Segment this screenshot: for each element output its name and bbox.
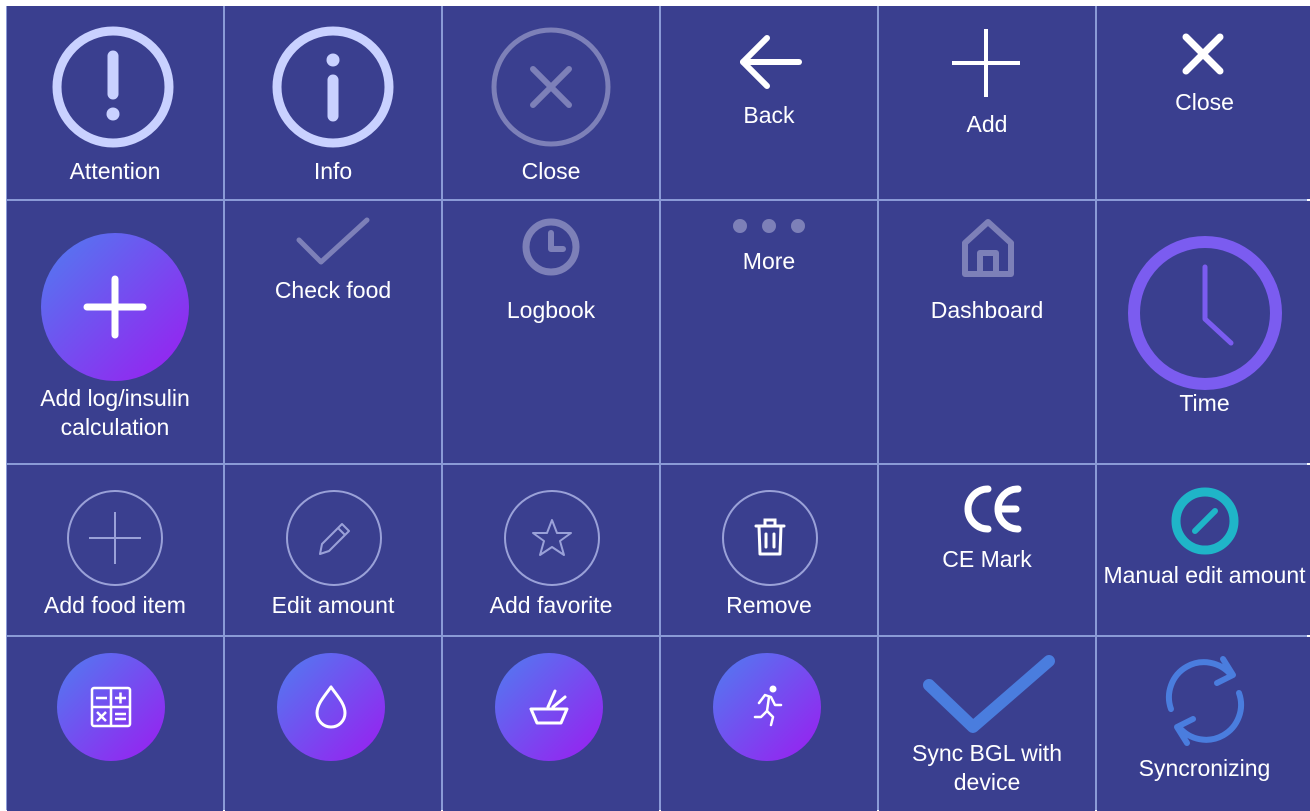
time-clock-icon xyxy=(1128,236,1282,390)
info-icon xyxy=(272,26,394,148)
manual-edit-icon xyxy=(1171,487,1239,555)
label-back: Back xyxy=(743,102,795,128)
cell-syncronizing: Syncronizing xyxy=(1097,637,1310,811)
label-dashboard: Dashboard xyxy=(930,297,1044,323)
cell-dashboard: Dashboard xyxy=(879,201,1095,463)
label-attention: Attention xyxy=(69,158,161,184)
cell-drop xyxy=(225,637,441,811)
label-more: More xyxy=(742,248,796,274)
home-icon xyxy=(962,219,1014,277)
calculator-icon xyxy=(57,653,165,761)
close-circle-icon xyxy=(491,27,611,147)
pencil-circle-icon xyxy=(286,490,382,586)
trash-circle-icon xyxy=(722,490,818,586)
label-add-favorite: Add favorite xyxy=(489,592,613,618)
cell-edit-amount: Edit amount xyxy=(225,465,441,635)
label-ce-mark: CE Mark xyxy=(942,546,1032,572)
label-logbook: Logbook xyxy=(506,297,596,323)
label-remove: Remove xyxy=(726,592,812,618)
cell-ce-mark: CE Mark xyxy=(879,465,1095,635)
cell-back: Back xyxy=(661,6,877,199)
label-edit-amount: Edit amount xyxy=(271,592,395,618)
cell-sync-bgl: Sync BGL with device xyxy=(879,637,1095,811)
add-log-gradient-icon xyxy=(41,233,189,381)
attention-icon xyxy=(52,26,174,148)
cell-food-bowl xyxy=(443,637,659,811)
sync-arrows-icon xyxy=(1166,656,1244,746)
plus-icon xyxy=(952,29,1020,97)
cell-remove: Remove xyxy=(661,465,877,635)
label-add: Add xyxy=(966,111,1008,137)
cell-close-circle: Close xyxy=(443,6,659,199)
label-check-food: Check food xyxy=(274,277,392,303)
more-dots-icon xyxy=(733,219,805,233)
cell-calculator xyxy=(7,637,223,811)
back-arrow-icon xyxy=(740,35,802,89)
cell-more: More xyxy=(661,201,877,463)
add-circle-outline-icon xyxy=(67,490,163,586)
checkmark-icon xyxy=(296,217,370,265)
cell-logbook: Logbook xyxy=(443,201,659,463)
ce-mark-icon xyxy=(964,485,1022,533)
label-manual-edit: Manual edit amount xyxy=(1103,562,1306,588)
cell-add-favorite: Add favorite xyxy=(443,465,659,635)
label-sync-bgl: Sync BGL with device xyxy=(912,740,1062,795)
cell-add-log: Add log/insulin calculation xyxy=(7,201,223,463)
label-close-circle: Close xyxy=(521,158,581,184)
clock-small-icon xyxy=(522,218,580,276)
cell-check-food: Check food xyxy=(225,201,441,463)
label-syncronizing: Syncronizing xyxy=(1138,755,1271,781)
cell-add: Add xyxy=(879,6,1095,199)
running-icon xyxy=(713,653,821,761)
label-close-x: Close xyxy=(1175,89,1234,115)
star-circle-icon xyxy=(504,490,600,586)
cell-info: Info xyxy=(225,6,441,199)
cell-time: Time xyxy=(1097,201,1310,463)
cell-attention: Attention xyxy=(7,6,223,199)
label-time: Time xyxy=(1179,390,1230,416)
cell-running xyxy=(661,637,877,811)
label-add-log: Add log/insulin calculation xyxy=(40,385,190,440)
close-x-icon xyxy=(1182,33,1224,75)
cell-add-food-item: Add food item xyxy=(7,465,223,635)
cell-close-x: Close xyxy=(1097,6,1310,199)
drop-icon xyxy=(277,653,385,761)
icon-grid: Attention Info Close Back Add Close Add … xyxy=(6,6,1310,811)
food-bowl-icon xyxy=(495,653,603,761)
label-add-food-item: Add food item xyxy=(44,592,186,618)
sync-check-icon xyxy=(923,655,1055,733)
cell-manual-edit: Manual edit amount xyxy=(1097,465,1310,635)
label-info: Info xyxy=(313,158,353,184)
